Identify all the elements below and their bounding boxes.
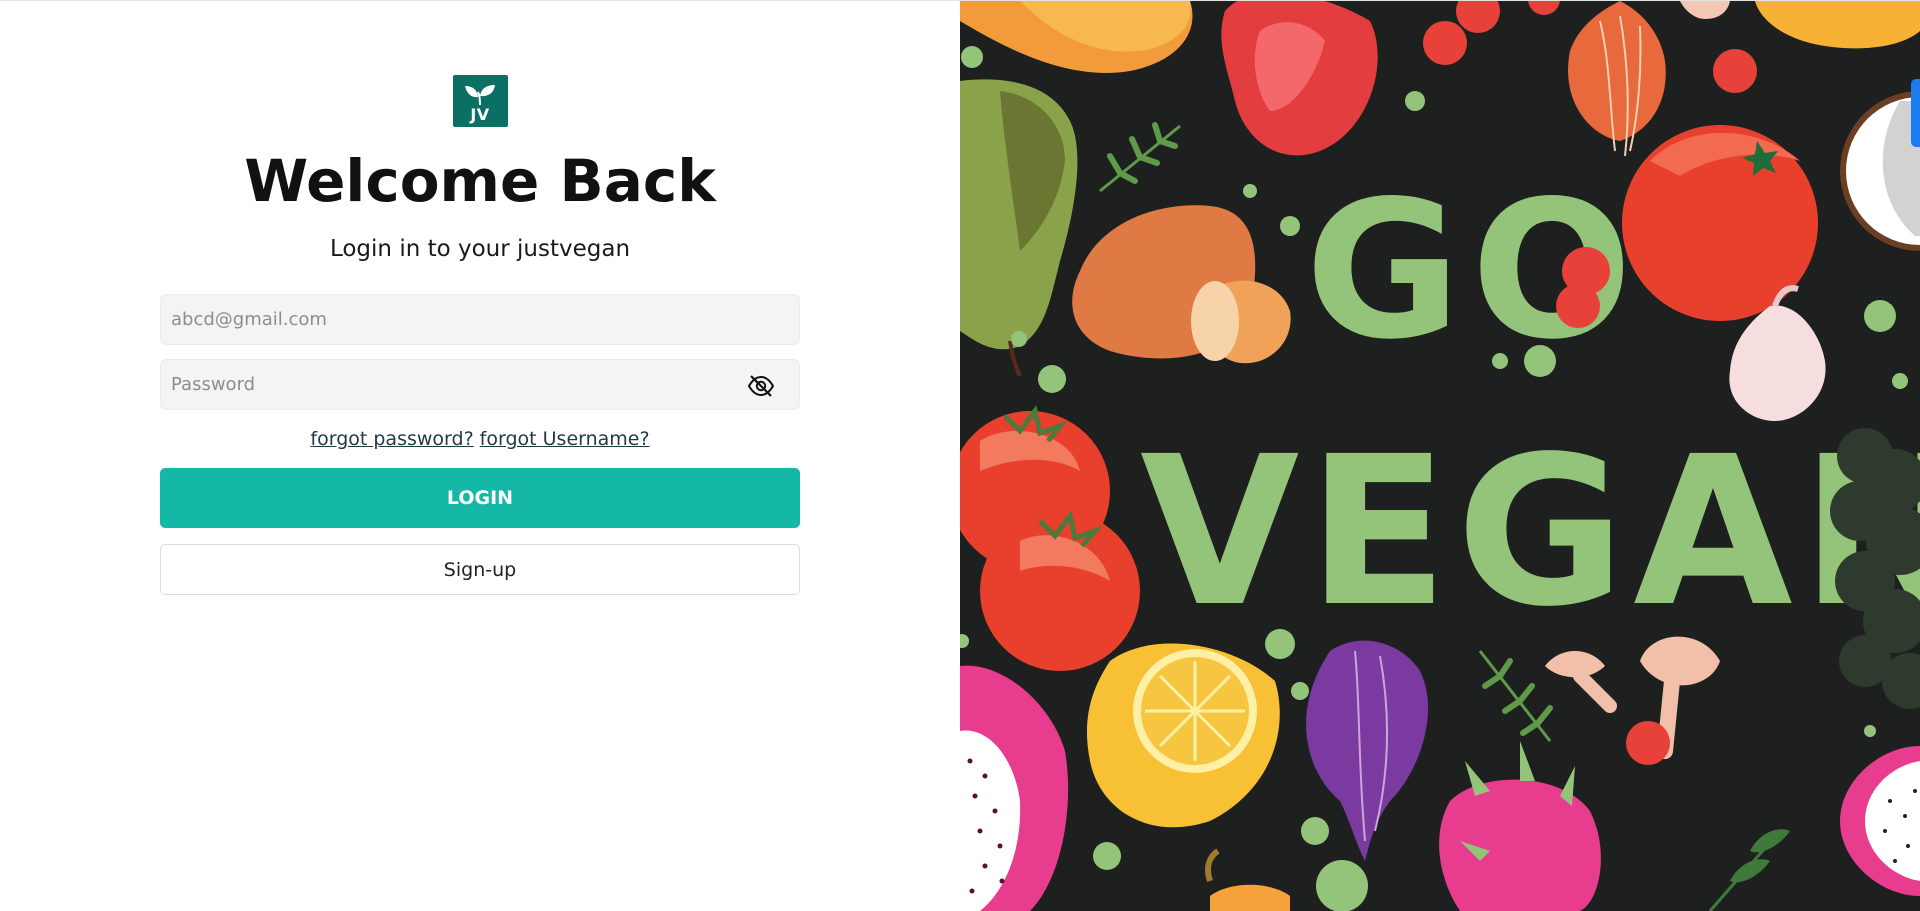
go-vegan-artwork: GO VEGAN [960, 1, 1920, 911]
side-tab-handle[interactable] [1911, 79, 1920, 147]
toggle-password-visibility-button[interactable] [747, 373, 775, 399]
email-field[interactable] [161, 295, 799, 344]
password-field-wrapper [160, 359, 800, 410]
leaf-sprout-icon [465, 84, 495, 105]
login-panel: JV Welcome Back Login in to your justveg… [0, 1, 960, 911]
eye-slash-icon [747, 375, 775, 397]
login-page: JV Welcome Back Login in to your justveg… [0, 0, 1920, 911]
app-logo: JV [452, 75, 508, 127]
artwork-line-vegan: VEGAN [1140, 412, 1920, 652]
page-subtitle: Login in to your justvegan [329, 236, 631, 262]
signup-button[interactable]: Sign-up [160, 544, 800, 595]
logo-text: JV [470, 104, 490, 124]
email-field-wrapper [160, 294, 800, 345]
forgot-password-link[interactable]: forgot password? [310, 428, 473, 450]
password-field[interactable] [161, 360, 799, 409]
login-button[interactable]: LOGIN [160, 468, 800, 528]
login-card: JV Welcome Back Login in to your justveg… [160, 75, 800, 595]
forgot-links: forgot password? forgot Username? [310, 428, 649, 450]
forgot-username-link[interactable]: forgot Username? [480, 428, 650, 450]
page-title: Welcome Back [244, 147, 716, 215]
vegetable-illustration: GO VEGAN [960, 1, 1920, 911]
